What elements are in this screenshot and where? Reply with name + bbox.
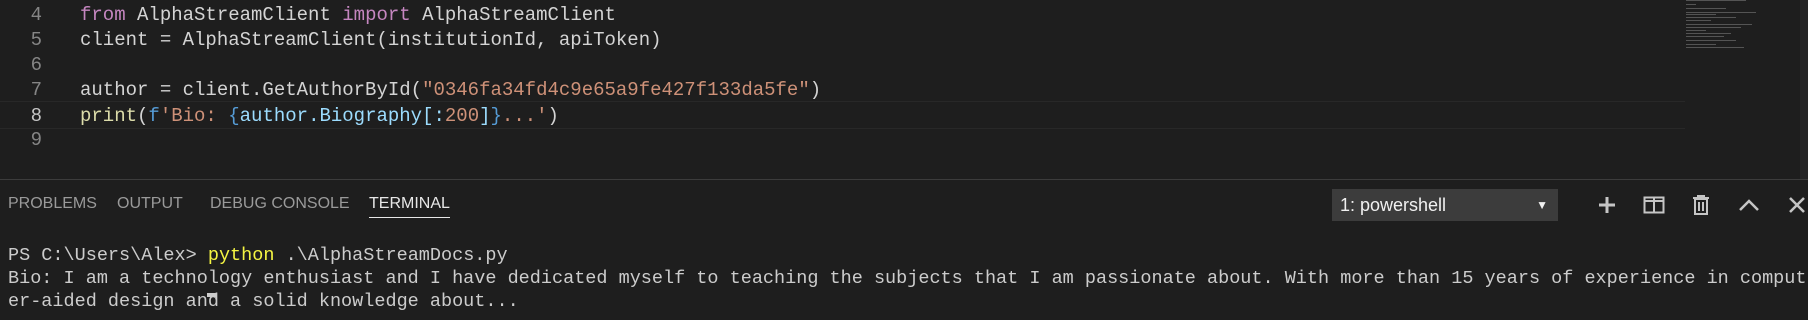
chevron-down-icon: ▼	[1536, 198, 1548, 212]
code-token: "0346fa34fd4c9e65a9fe427f133da5fe"	[422, 79, 810, 101]
code-token: AlphaStreamClient	[137, 4, 331, 26]
minimap-line	[1686, 40, 1736, 41]
minimap-line	[1686, 8, 1726, 9]
minimap-line	[1686, 12, 1756, 13]
tab-debug-console[interactable]: DEBUG CONSOLE	[210, 180, 350, 228]
code-line[interactable]: 7 author = client.GetAuthorById("0346fa34…	[0, 76, 1685, 104]
minimap-line	[1686, 27, 1741, 28]
split-terminal-icon[interactable]	[1640, 191, 1668, 219]
minimap-line	[1686, 44, 1716, 45]
code-line[interactable]: 5 client = AlphaStreamClient(institutionI…	[0, 26, 1685, 54]
line-number: 7	[30, 79, 42, 101]
terminal-select[interactable]: 1: powershell ▼	[1332, 189, 1558, 221]
maximize-panel-icon[interactable]	[1735, 191, 1763, 219]
terminal-select-value: 1: powershell	[1340, 195, 1447, 215]
terminal-output-line: er-aided design and a solid knowledge ab…	[8, 291, 519, 312]
terminal-output-line: Bio: I am a technology enthusiast and I …	[8, 268, 1807, 289]
code-line[interactable]: 6	[0, 51, 1685, 79]
code-token: ...'	[501, 105, 548, 127]
bottom-panel: PROBLEMS OUTPUT DEBUG CONSOLE TERMINAL 1…	[0, 179, 1808, 320]
minimap-line	[1686, 36, 1724, 37]
minimap-line	[1686, 47, 1744, 48]
line-number: 9	[30, 129, 42, 151]
code-token: f	[148, 105, 160, 127]
minimap-line	[1686, 17, 1736, 18]
minimap-line	[1686, 20, 1711, 21]
code-editor[interactable]: 4 from AlphaStreamClient import AlphaStre…	[0, 0, 1808, 179]
terminal-prompt: PS C:\Users\Alex>	[8, 245, 208, 266]
code-text: author = client.GetAuthorById("0346fa34f…	[80, 76, 821, 104]
tab-terminal[interactable]: TERMINAL	[369, 180, 450, 228]
terminal-command-line: PS C:\Users\Alex> python .\AlphaStreamDo…	[8, 244, 508, 267]
code-line[interactable]: 9	[0, 126, 1685, 154]
new-terminal-icon[interactable]	[1593, 191, 1621, 219]
editor-scrollbar[interactable]	[1800, 0, 1808, 179]
line-number: 5	[30, 29, 42, 51]
code-token: )	[809, 79, 822, 101]
line-number: 4	[30, 4, 42, 26]
code-token: client = AlphaStreamClient(institutionId…	[80, 29, 662, 51]
code-text: from AlphaStreamClient import AlphaStrea…	[80, 1, 616, 29]
minimap-line	[1686, 33, 1731, 34]
terminal-cursor	[207, 293, 217, 297]
code-token: ]	[479, 105, 491, 127]
tab-problems[interactable]: PROBLEMS	[8, 180, 97, 228]
code-token: 200	[444, 105, 480, 127]
terminal-args: .\AlphaStreamDocs.py	[274, 245, 508, 266]
terminal-command: python	[207, 245, 275, 266]
minimap-line	[1686, 4, 1696, 5]
code-token: 'Bio:	[159, 105, 229, 127]
close-panel-icon[interactable]	[1783, 191, 1808, 219]
minimap-line	[1686, 14, 1716, 15]
code-text: client = AlphaStreamClient(institutionId…	[80, 26, 662, 54]
code-token: }	[490, 105, 502, 127]
line-number: 6	[30, 54, 42, 76]
code-token: author.Biography[:	[239, 105, 445, 127]
code-token: {	[228, 105, 240, 127]
minimap-line	[1686, 24, 1752, 25]
minimap[interactable]	[1682, 0, 1790, 60]
code-token: print	[80, 105, 138, 127]
kill-terminal-icon[interactable]	[1687, 191, 1715, 219]
minimap-line	[1686, 30, 1706, 31]
code-token: AlphaStreamClient	[410, 4, 616, 26]
code-token: )	[547, 105, 559, 127]
code-token: (	[137, 105, 149, 127]
tab-output[interactable]: OUTPUT	[117, 180, 183, 228]
code-line[interactable]: 8 print(f'Bio: {author.Biography[:200]}..…	[0, 101, 1685, 129]
code-line[interactable]: 4 from AlphaStreamClient import AlphaStre…	[0, 1, 1685, 29]
code-token: from	[80, 4, 126, 26]
code-token: import	[342, 4, 411, 26]
minimap-line	[1686, 0, 1746, 1]
code-token: author = client.GetAuthorById(	[80, 79, 423, 101]
